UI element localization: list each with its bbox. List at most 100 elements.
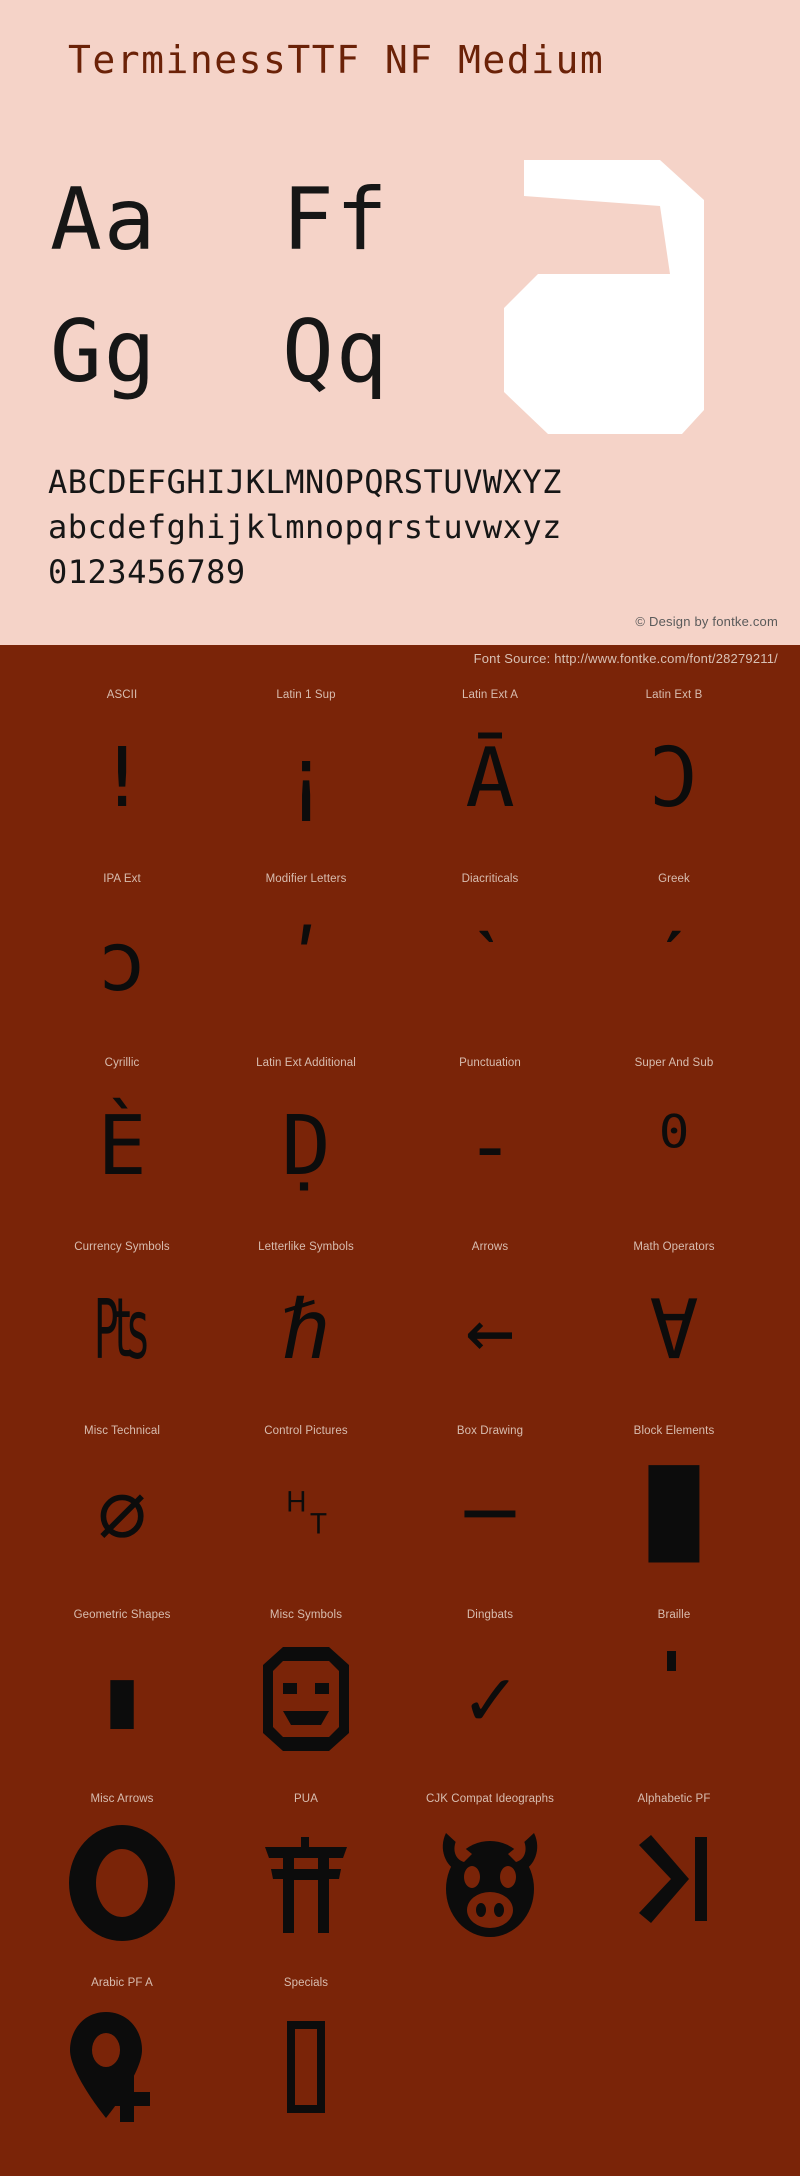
block-label: Misc Arrows [90, 1793, 154, 1805]
sample-pair: Gg [50, 302, 158, 402]
block-cell-dingbats: Dingbats ✓ [398, 1595, 582, 1779]
block-row: Misc Technical ⌀ Control Pictures ␉ Box … [0, 1411, 800, 1595]
unicode-block-grid: ASCII ! Latin 1 Sup ¡ Latin Ext A Ā Lati… [0, 675, 800, 2176]
block-row: Geometric Shapes ▮ Misc Symbols Dingbats… [0, 1595, 800, 1779]
sample-row-1: Aa Ff [0, 160, 800, 280]
page-title: TerminessTTF NF Medium [68, 38, 605, 82]
glyph-peseta-sign: ₧ [30, 1261, 214, 1401]
block-row: Misc Arrows PUA CJK Compat Ideographs Al… [0, 1779, 800, 1963]
block-label: Latin Ext B [645, 689, 703, 701]
glyph-pig-face [398, 1813, 582, 1953]
block-cell-ascii: ASCII ! [30, 675, 214, 859]
glyph-hyphen: ‐ [398, 1077, 582, 1217]
specimen-preview-panel: TerminessTTF NF Medium Aa Ff Gg Qq ABCDE… [0, 0, 800, 645]
block-label: CJK Compat Ideographs [425, 1793, 555, 1805]
block-glyph-text: ɔ [97, 915, 147, 1010]
block-cell-diacriticals: Diacriticals ˋ [398, 859, 582, 1043]
sample-pair: Aa [50, 170, 158, 270]
block-cell-arabic-pf-a: Arabic PF A [30, 1963, 214, 2147]
glyph-next-track [582, 1813, 766, 1953]
block-label: Diacriticals [461, 873, 519, 885]
sample-pair: Qq [282, 302, 390, 402]
glyph-superscript-zero: ⁰ [582, 1077, 766, 1217]
block-label: Control Pictures [264, 1425, 348, 1437]
glyph-left-arrow: ← [398, 1261, 582, 1401]
block-glyph-text: ˋ [465, 915, 515, 1010]
sample-row-2: Gg Qq [0, 292, 800, 412]
block-glyph-text: Ѐ [97, 1099, 147, 1194]
glyph-for-all: ∀ [582, 1261, 766, 1401]
block-label: Greek [658, 873, 690, 885]
block-cell-modifier-letters: Modifier Letters ʹ [214, 859, 398, 1043]
block-label: Modifier Letters [265, 873, 347, 885]
block-glyph-text: ℏ [281, 1283, 331, 1378]
glyph-open-o-small: ɔ [30, 893, 214, 1033]
glyph-black-vertical-rectangle: ▮ [30, 1629, 214, 1769]
sample-pair: Ff [282, 170, 390, 270]
glyph-modifier-prime: ʹ [214, 893, 398, 1033]
block-cell-super-and-sub: Super And Sub ⁰ [582, 1043, 766, 1227]
block-label: IPA Ext [103, 873, 141, 885]
block-glyph-text: ₧ [97, 1283, 147, 1378]
block-label: Currency Symbols [74, 1241, 170, 1253]
glyph-inverted-exclamation: ¡ [214, 709, 398, 849]
block-glyph-text: ▮ [97, 1651, 147, 1746]
glyph-acute-accent: ˊ [582, 893, 766, 1033]
block-cell-block-elements: Block Elements █ [582, 1411, 766, 1595]
digits-line: 0123456789 [48, 553, 246, 591]
block-glyph-text: ‐ [465, 1099, 515, 1194]
block-cell-cyrillic: Cyrillic Ѐ [30, 1043, 214, 1227]
block-label: Latin Ext Additional [256, 1057, 356, 1069]
block-glyph-text: ← [465, 1283, 515, 1378]
block-glyph-text: ─ [465, 1467, 515, 1562]
block-glyph-text: █ [649, 1467, 699, 1562]
block-glyph-text: ⁰ [649, 1099, 699, 1194]
block-label: Super And Sub [634, 1057, 714, 1069]
glyph-d-dot-below: Ḍ [214, 1077, 398, 1217]
block-cell-greek: Greek ˊ [582, 859, 766, 1043]
block-cell-latin-ext-b: Latin Ext B Ɔ [582, 675, 766, 859]
block-label: Latin Ext A [461, 689, 519, 701]
glyph-control-ht: ␉ [214, 1445, 398, 1585]
block-cell-letterlike-symbols: Letterlike Symbols ℏ [214, 1227, 398, 1411]
glyph-tofu-box [214, 1997, 398, 2137]
font-source-link[interactable]: Font Source: http://www.fontke.com/font/… [474, 651, 778, 666]
glyph-map-pin-plus [30, 1997, 214, 2137]
block-cell-misc-arrows: Misc Arrows [30, 1779, 214, 1963]
block-cell-pua: PUA [214, 1779, 398, 1963]
glyph-exclamation-mark: ! [30, 709, 214, 849]
block-cell-punctuation: Punctuation ‐ [398, 1043, 582, 1227]
block-cell-control-pictures: Control Pictures ␉ [214, 1411, 398, 1595]
block-glyph-text: ␉ [273, 1467, 339, 1562]
glyph-check-mark: ✓ [398, 1629, 582, 1769]
glyph-heavy-circle [30, 1813, 214, 1953]
block-label: Dingbats [466, 1609, 514, 1621]
block-cell-latin-1-sup: Latin 1 Sup ¡ [214, 675, 398, 859]
block-label: Misc Technical [84, 1425, 160, 1437]
glyph-shinto-shrine [214, 1813, 398, 1953]
glyph-full-block: █ [582, 1445, 766, 1585]
glyph-smiling-face [214, 1629, 398, 1769]
block-glyph-text: Ḍ [281, 1099, 331, 1194]
block-glyph-text: Ā [465, 731, 515, 826]
block-label: ASCII [106, 689, 138, 701]
font-source-bar: Font Source: http://www.fontke.com/font/… [0, 645, 800, 675]
block-cell-geometric-shapes: Geometric Shapes ▮ [30, 1595, 214, 1779]
block-label: Latin 1 Sup [276, 689, 336, 701]
block-cell-specials: Specials [214, 1963, 398, 2147]
block-cell-alphabetic-pf: Alphabetic PF [582, 1779, 766, 1963]
block-label: Arabic PF A [91, 1977, 153, 1989]
block-label: Misc Symbols [269, 1609, 343, 1621]
block-label: Math Operators [633, 1241, 715, 1253]
block-row: ASCII ! Latin 1 Sup ¡ Latin Ext A Ā Lati… [0, 675, 800, 859]
block-cell-currency-symbols: Currency Symbols ₧ [30, 1227, 214, 1411]
block-glyph-text: ¡ [281, 731, 331, 826]
block-label: PUA [294, 1793, 318, 1805]
block-cell-math-operators: Math Operators ∀ [582, 1227, 766, 1411]
design-credit: © Design by fontke.com [635, 614, 778, 629]
block-label: Braille [657, 1609, 691, 1621]
glyph-braille-dot [582, 1629, 766, 1769]
block-cell-misc-symbols: Misc Symbols [214, 1595, 398, 1779]
block-label: Box Drawing [456, 1425, 524, 1437]
block-glyph-text: ✓ [465, 1651, 515, 1746]
